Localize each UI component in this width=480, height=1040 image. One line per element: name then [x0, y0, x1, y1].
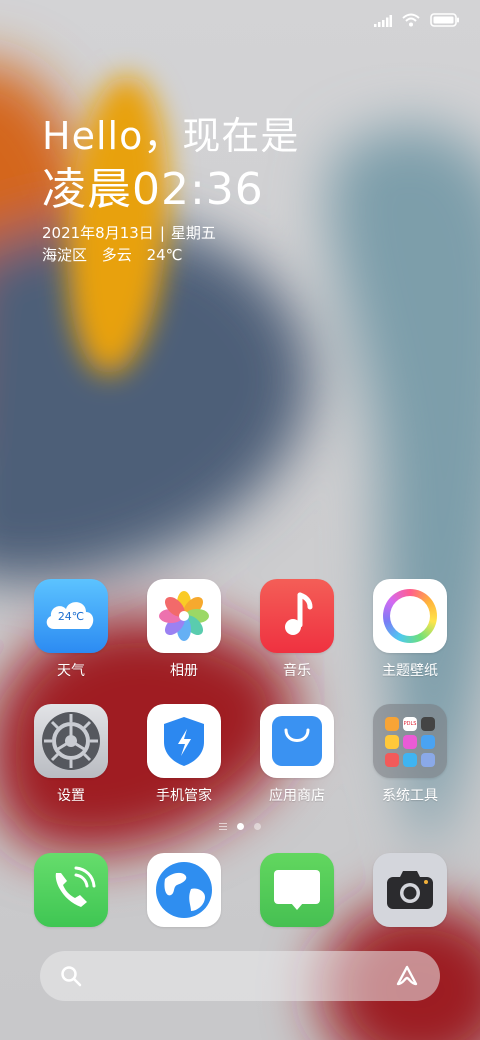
app-label-weather: 天气 — [57, 663, 85, 679]
app-store-bag-icon — [260, 704, 334, 778]
date-line: 2021年8月13日 | 星期五 — [42, 222, 299, 244]
clock-widget[interactable]: Hello，现在是 凌晨02:36 2021年8月13日 | 星期五 海淀区 多云 … — [42, 112, 299, 266]
temperature-text: 24℃ — [146, 246, 183, 264]
browser-globe-icon — [147, 853, 221, 927]
app-label-settings: 设置 — [57, 788, 85, 804]
date-text: 2021年8月13日 — [42, 224, 154, 242]
music-icon — [260, 579, 334, 653]
status-bar — [0, 0, 480, 40]
search-bar[interactable] — [40, 951, 440, 1001]
dock-messages[interactable] — [247, 853, 347, 927]
message-icon — [260, 853, 334, 927]
weather-text: 多云 — [101, 246, 132, 264]
security-shield-icon — [147, 704, 221, 778]
app-store[interactable]: 应用商店 — [247, 704, 347, 805]
district-text: 海淀区 — [42, 246, 88, 264]
greeting-text: Hello，现在是 — [42, 114, 300, 158]
app-label-themes: 主题壁纸 — [382, 663, 438, 679]
app-system-tools[interactable]: PDLS 系统工具 — [360, 704, 460, 805]
system-tools-folder-icon: PDLS — [373, 704, 447, 778]
date-separator: | — [159, 224, 165, 242]
app-settings[interactable]: 设置 — [21, 704, 121, 805]
assistant-icon[interactable] — [394, 964, 420, 992]
weather-icon: 24℃ — [34, 579, 108, 653]
phone-icon — [34, 853, 108, 927]
app-label-photos: 相册 — [170, 663, 198, 679]
page-dot — [254, 823, 261, 830]
app-label-security: 手机管家 — [156, 788, 212, 804]
battery-icon — [430, 12, 460, 31]
camera-icon — [373, 853, 447, 927]
app-label-music: 音乐 — [283, 663, 311, 679]
settings-gear-icon — [34, 704, 108, 778]
app-label-system-tools: 系统工具 — [382, 788, 438, 804]
page-indicator-list-icon — [219, 823, 227, 830]
app-themes[interactable]: 主题壁纸 — [360, 579, 460, 680]
time-text: 凌晨02:36 — [42, 164, 264, 215]
themes-icon — [373, 579, 447, 653]
page-indicator[interactable] — [0, 823, 480, 830]
folder-badge-text: PDLS — [403, 717, 417, 731]
weather-line: 海淀区 多云 24℃ — [42, 244, 299, 266]
app-photos[interactable]: 相册 — [134, 579, 234, 680]
page-dot-active — [237, 823, 244, 830]
wifi-icon — [402, 12, 420, 31]
weekday-text: 星期五 — [170, 224, 216, 242]
app-music[interactable]: 音乐 — [247, 579, 347, 680]
app-security[interactable]: 手机管家 — [134, 704, 234, 805]
app-weather[interactable]: 24℃ 天气 — [21, 579, 121, 680]
app-label-store: 应用商店 — [269, 788, 325, 804]
dock-camera[interactable] — [360, 853, 460, 927]
weather-badge: 24℃ — [57, 610, 85, 623]
dock-phone[interactable] — [21, 853, 121, 927]
cellular-signal-icon — [374, 12, 392, 31]
search-icon[interactable] — [60, 965, 82, 991]
photos-icon — [147, 579, 221, 653]
dock-browser[interactable] — [134, 853, 234, 927]
